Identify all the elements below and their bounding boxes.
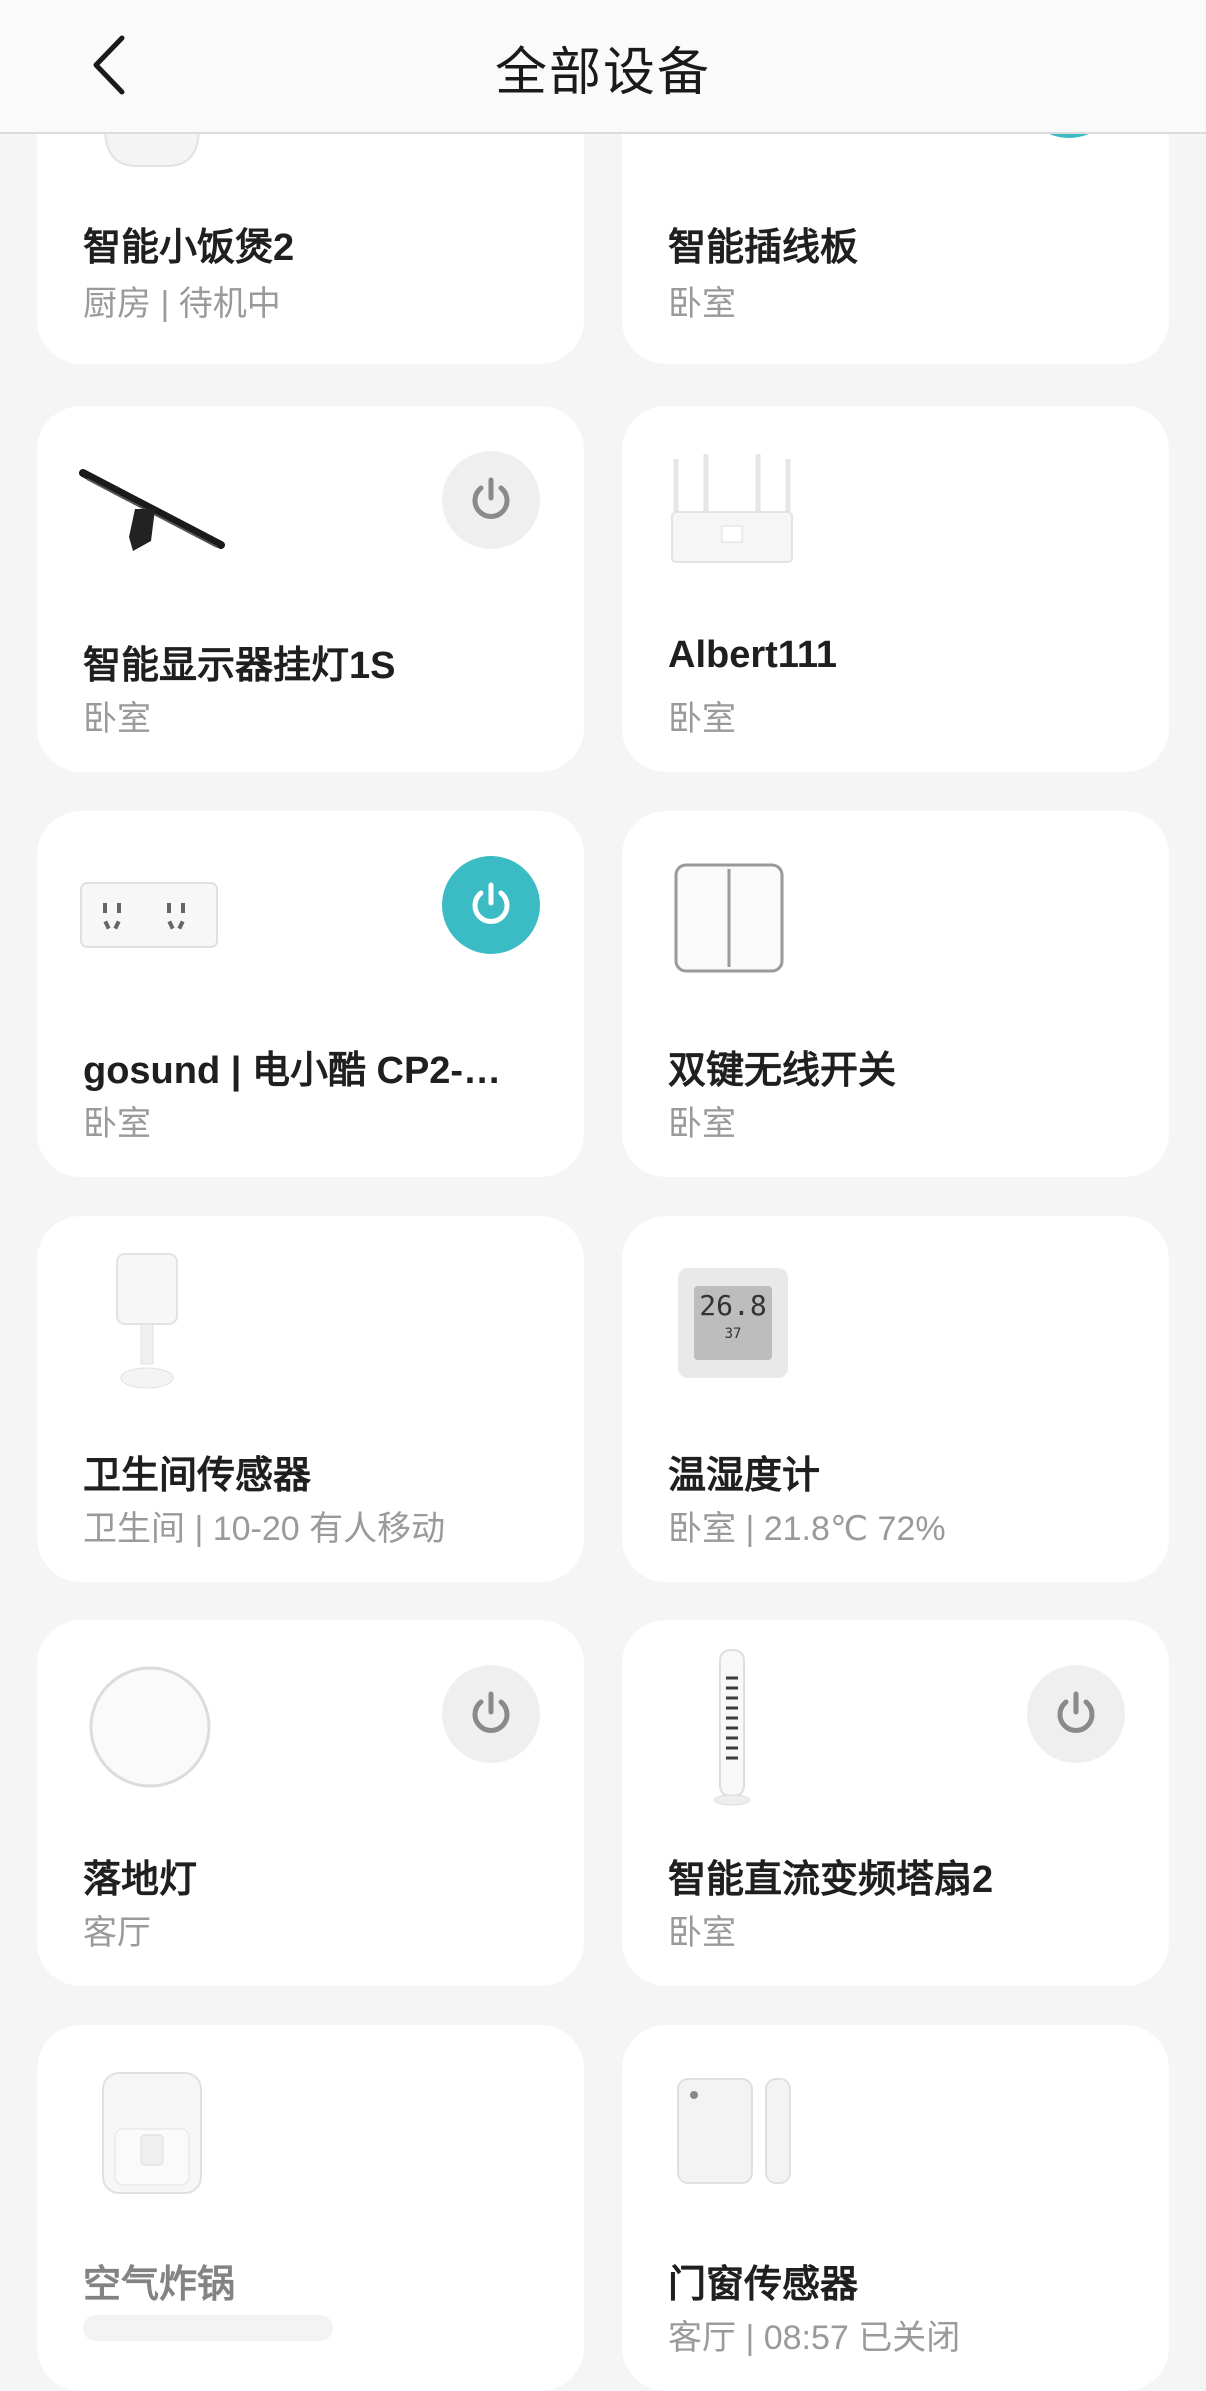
floor-lamp-icon xyxy=(87,1664,213,1795)
device-card-socket[interactable]: gosund | 电小酷 CP2-… 卧室 xyxy=(37,811,584,1177)
router-icon xyxy=(662,454,802,579)
device-name: 双键无线开关 xyxy=(668,1050,897,1092)
page-title: 全部设备 xyxy=(494,44,711,102)
wall-switch-icon xyxy=(674,863,784,978)
device-status: 卧室 xyxy=(668,285,736,323)
device-card-tower-fan[interactable]: 智能直流变频塔扇2 卧室 xyxy=(622,1620,1169,1986)
power-button[interactable] xyxy=(442,856,540,954)
air-fryer-icon xyxy=(97,2069,207,2204)
device-name: 温湿度计 xyxy=(668,1455,821,1497)
device-status: 卧室 | 21.8℃ 72% xyxy=(668,1510,946,1548)
device-status: 厨房 | 待机中 xyxy=(83,285,281,323)
device-status-placeholder xyxy=(83,2315,333,2341)
top-nav-bar: 全部设备 xyxy=(0,0,1206,134)
display-humidity: 37 xyxy=(724,1326,742,1342)
device-name: 智能显示器挂灯1S xyxy=(83,645,396,687)
device-name: 落地灯 xyxy=(83,1859,198,1901)
device-name: 门窗传感器 xyxy=(668,2264,859,2306)
power-icon xyxy=(472,1691,510,1733)
device-card-floor-lamp[interactable]: 落地灯 客厅 xyxy=(37,1620,584,1986)
device-status: 卧室 xyxy=(668,1105,736,1143)
device-status: 客厅 | 08:57 已关闭 xyxy=(668,2319,961,2357)
device-card-motion-sensor[interactable]: 卫生间传感器 卫生间 | 10-20 有人移动 xyxy=(37,1216,584,1582)
device-status: 卫生间 | 10-20 有人移动 xyxy=(83,1510,446,1548)
device-card-wall-switch[interactable]: 双键无线开关 卧室 xyxy=(622,811,1169,1177)
device-name: 智能插线板 xyxy=(668,227,859,269)
power-icon xyxy=(1057,1691,1095,1733)
power-icon xyxy=(472,477,510,519)
device-card-thermo-hygrometer[interactable]: 26.8 37 温湿度计 卧室 | 21.8℃ 72% xyxy=(622,1216,1169,1582)
device-card-door-window-sensor[interactable]: 门窗传感器 客厅 | 08:57 已关闭 xyxy=(622,2025,1169,2391)
device-card-monitor-light[interactable]: 智能显示器挂灯1S 卧室 xyxy=(37,406,584,772)
device-name: 智能直流变频塔扇2 xyxy=(668,1859,994,1901)
socket-icon xyxy=(79,881,219,956)
thermo-hygrometer-icon: 26.8 37 xyxy=(678,1268,788,1378)
monitor-light-icon xyxy=(77,461,227,566)
device-status: 卧室 xyxy=(668,1914,736,1952)
tower-fan-icon xyxy=(712,1648,752,1813)
device-card-air-fryer[interactable]: 空气炸锅 xyxy=(37,2025,584,2391)
device-status: 卧室 xyxy=(668,700,736,738)
power-button[interactable] xyxy=(442,1665,540,1763)
device-name: 智能小饭煲2 xyxy=(83,227,295,269)
device-name: 卫生间传感器 xyxy=(83,1455,312,1497)
power-button[interactable] xyxy=(1027,1665,1125,1763)
power-button[interactable] xyxy=(442,451,540,549)
door-window-sensor-icon xyxy=(676,2077,796,2192)
display-temp: 26.8 xyxy=(699,1289,767,1322)
device-grid: 智能小饭煲2 厨房 | 待机中 智能插线板 卧室 智能显示器挂灯1S 卧室 Al… xyxy=(0,0,1206,2391)
device-name: 空气炸锅 xyxy=(83,2264,236,2306)
device-status: 卧室 xyxy=(83,1105,151,1143)
power-icon xyxy=(472,882,510,924)
device-status: 卧室 xyxy=(83,700,151,738)
device-status: 客厅 xyxy=(83,1914,151,1952)
device-name: Albert111 xyxy=(668,634,837,676)
device-card-router[interactable]: Albert111 卧室 xyxy=(622,406,1169,772)
motion-sensor-icon xyxy=(107,1252,187,1397)
device-name: gosund | 电小酷 CP2-… xyxy=(83,1050,502,1092)
